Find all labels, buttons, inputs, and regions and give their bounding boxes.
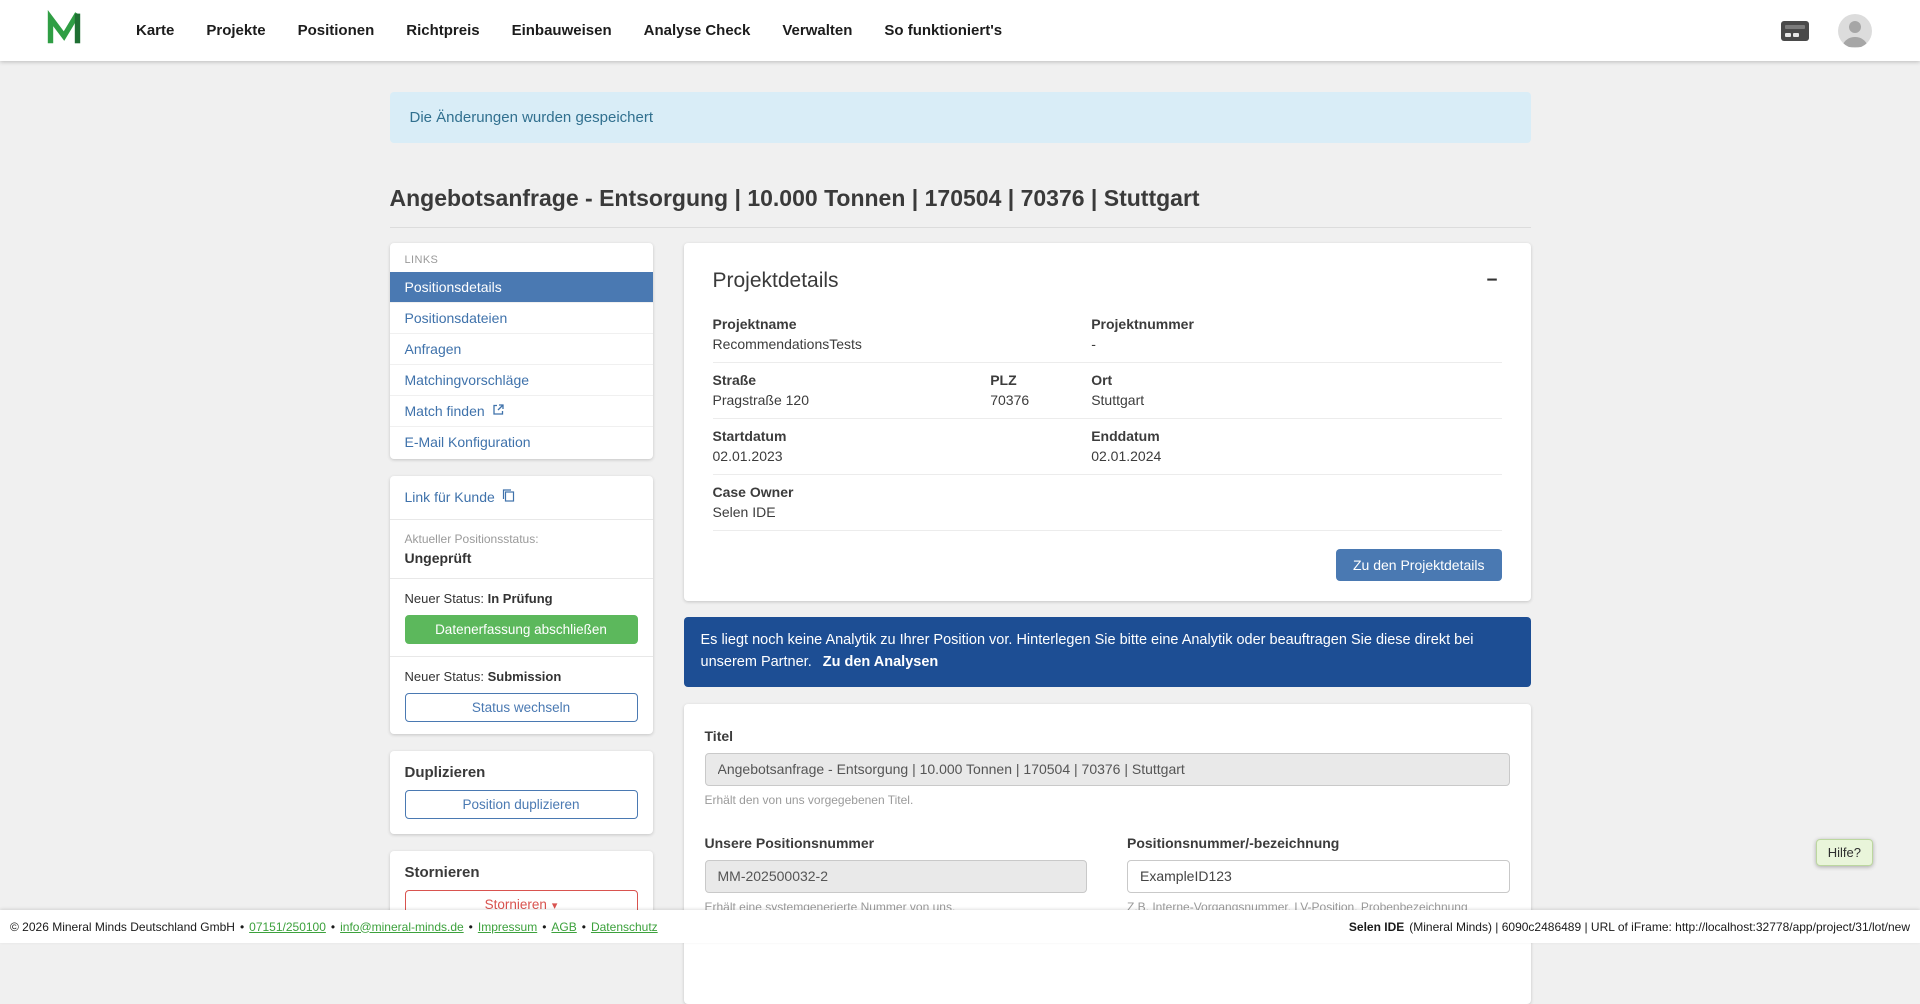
sidebar-links-card: LINKS Positionsdetails Positionsdateien … xyxy=(390,243,653,459)
nav-item-karte[interactable]: Karte xyxy=(136,22,174,39)
nav-item-richtpreis[interactable]: Richtpreis xyxy=(406,22,479,39)
titel-label: Titel xyxy=(705,728,1510,744)
project-row: Projektname RecommendationsTests Projekt… xyxy=(713,307,1502,363)
project-row: Startdatum 02.01.2023 Enddatum 02.01.202… xyxy=(713,419,1502,475)
enddatum-value: 02.01.2024 xyxy=(1091,448,1501,464)
analytics-banner-text: Es liegt noch keine Analytik zu Ihrer Po… xyxy=(701,632,1474,670)
main-nav: Karte Projekte Positionen Richtpreis Ein… xyxy=(136,22,1002,39)
ort-value: Stuttgart xyxy=(1091,392,1501,408)
nav-item-einbauweisen[interactable]: Einbauweisen xyxy=(512,22,612,39)
projektname-value: RecommendationsTests xyxy=(713,336,991,352)
analytics-banner: Es liegt noch keine Analytik zu Ihrer Po… xyxy=(684,617,1531,687)
page-content: Die Änderungen wurden gespeichert Angebo… xyxy=(390,92,1531,1004)
startdatum-label: Startdatum xyxy=(713,428,991,444)
position-number-label: Positionsnummer/-bezeichnung xyxy=(1127,835,1510,851)
brand-logo[interactable] xyxy=(46,9,82,52)
our-number-input xyxy=(705,860,1088,893)
analytics-banner-link[interactable]: Zu den Analysen xyxy=(823,654,938,670)
current-status-label: Aktueller Positionsstatus: xyxy=(405,532,638,546)
footer-email-link[interactable]: info@mineral-minds.de xyxy=(340,920,464,934)
collapse-icon[interactable]: − xyxy=(1482,269,1501,292)
copy-icon xyxy=(501,488,515,505)
projektnummer-label: Projektnummer xyxy=(1091,316,1501,332)
nav-item-verwalten[interactable]: Verwalten xyxy=(782,22,852,39)
strasse-value: Pragstraße 120 xyxy=(713,392,991,408)
position-number-input[interactable] xyxy=(1127,860,1510,893)
case-owner-value: Selen IDE xyxy=(713,504,991,520)
footer-datenschutz-link[interactable]: Datenschutz xyxy=(591,920,658,934)
next-status-1: Neuer Status: In Prüfung xyxy=(405,591,638,606)
finish-data-entry-button[interactable]: Datenerfassung abschließen xyxy=(405,615,638,644)
project-details-heading: Projektdetails xyxy=(713,269,839,293)
sidebar-item-positionsdateien[interactable]: Positionsdateien xyxy=(390,302,653,333)
titel-input xyxy=(705,753,1510,786)
footer: © 2026 Mineral Minds Deutschland GmbH • … xyxy=(0,910,1920,943)
links-header: LINKS xyxy=(390,243,653,272)
footer-user: Selen IDE xyxy=(1349,920,1404,934)
nav-item-positionen[interactable]: Positionen xyxy=(298,22,375,39)
duplicate-title: Duplizieren xyxy=(405,764,638,781)
project-details-card: Projektdetails − Projektname Recommendat… xyxy=(684,243,1531,601)
our-number-label: Unsere Positionsnummer xyxy=(705,835,1088,851)
navbar-right xyxy=(1780,14,1872,48)
duplicate-position-button[interactable]: Position duplizieren xyxy=(405,790,638,819)
sidebar-item-match-finden[interactable]: Match finden xyxy=(390,395,653,426)
project-row: Straße Pragstraße 120 PLZ 70376 Ort Stut… xyxy=(713,363,1502,419)
nav-item-analyse-check[interactable]: Analyse Check xyxy=(644,22,751,39)
current-status-value: Ungeprüft xyxy=(405,550,638,566)
user-avatar[interactable] xyxy=(1838,14,1872,48)
duplicate-card: Duplizieren Position duplizieren xyxy=(390,751,653,834)
sidebar-item-positionsdetails[interactable]: Positionsdetails xyxy=(390,272,653,302)
footer-phone-link[interactable]: 07151/250100 xyxy=(249,920,326,934)
success-alert: Die Änderungen wurden gespeichert xyxy=(390,92,1531,143)
title-divider xyxy=(390,227,1531,228)
cancel-title: Stornieren xyxy=(405,864,638,881)
plz-label: PLZ xyxy=(990,372,1091,388)
page-title: Angebotsanfrage - Entsorgung | 10.000 To… xyxy=(390,185,1531,212)
sidebar-item-anfragen[interactable]: Anfragen xyxy=(390,333,653,364)
customer-link[interactable]: Link für Kunde xyxy=(405,488,515,505)
project-row: Case Owner Selen IDE xyxy=(713,475,1502,531)
mineral-minds-logo-icon xyxy=(46,9,82,52)
switch-status-button[interactable]: Status wechseln xyxy=(405,693,638,722)
external-link-icon xyxy=(492,403,505,419)
navbar: Karte Projekte Positionen Richtpreis Ein… xyxy=(0,0,1920,61)
projektnummer-value: - xyxy=(1091,336,1501,352)
nav-item-projekte[interactable]: Projekte xyxy=(206,22,265,39)
nav-item-so-funktionierts[interactable]: So funktioniert's xyxy=(884,22,1002,39)
case-owner-label: Case Owner xyxy=(713,484,991,500)
startdatum-value: 02.01.2023 xyxy=(713,448,991,464)
projektname-label: Projektname xyxy=(713,316,991,332)
project-details-button[interactable]: Zu den Projektdetails xyxy=(1336,549,1502,581)
footer-session-info: Selen IDE (Mineral Minds) | 6090c2486489… xyxy=(1349,920,1910,934)
enddatum-label: Enddatum xyxy=(1091,428,1501,444)
ort-label: Ort xyxy=(1091,372,1501,388)
footer-left: © 2026 Mineral Minds Deutschland GmbH • … xyxy=(10,920,658,934)
position-form-card: Titel Erhält den von uns vorgegebenen Ti… xyxy=(684,704,1531,1004)
footer-copyright: © 2026 Mineral Minds Deutschland GmbH xyxy=(10,920,235,934)
plz-value: 70376 xyxy=(990,392,1091,408)
sidebar-item-matchingvorschlaege[interactable]: Matchingvorschläge xyxy=(390,364,653,395)
status-card: Link für Kunde Aktueller Positionsstatus… xyxy=(390,476,653,734)
sidebar-item-email-konfiguration[interactable]: E-Mail Konfiguration xyxy=(390,426,653,457)
titel-help: Erhält den von uns vorgegebenen Titel. xyxy=(705,793,1510,807)
strasse-label: Straße xyxy=(713,372,991,388)
next-status-2: Neuer Status: Submission xyxy=(405,669,638,684)
footer-agb-link[interactable]: AGB xyxy=(551,920,576,934)
main-column: Projektdetails − Projektname Recommendat… xyxy=(684,243,1531,1004)
alert-message: Die Änderungen wurden gespeichert xyxy=(410,109,654,126)
footer-impressum-link[interactable]: Impressum xyxy=(478,920,537,934)
card-icon[interactable] xyxy=(1780,20,1810,42)
footer-meta: (Mineral Minds) | 6090c2486489 | URL of … xyxy=(1409,920,1910,934)
sidebar: LINKS Positionsdetails Positionsdateien … xyxy=(390,243,653,951)
help-button[interactable]: Hilfe? xyxy=(1816,839,1873,866)
